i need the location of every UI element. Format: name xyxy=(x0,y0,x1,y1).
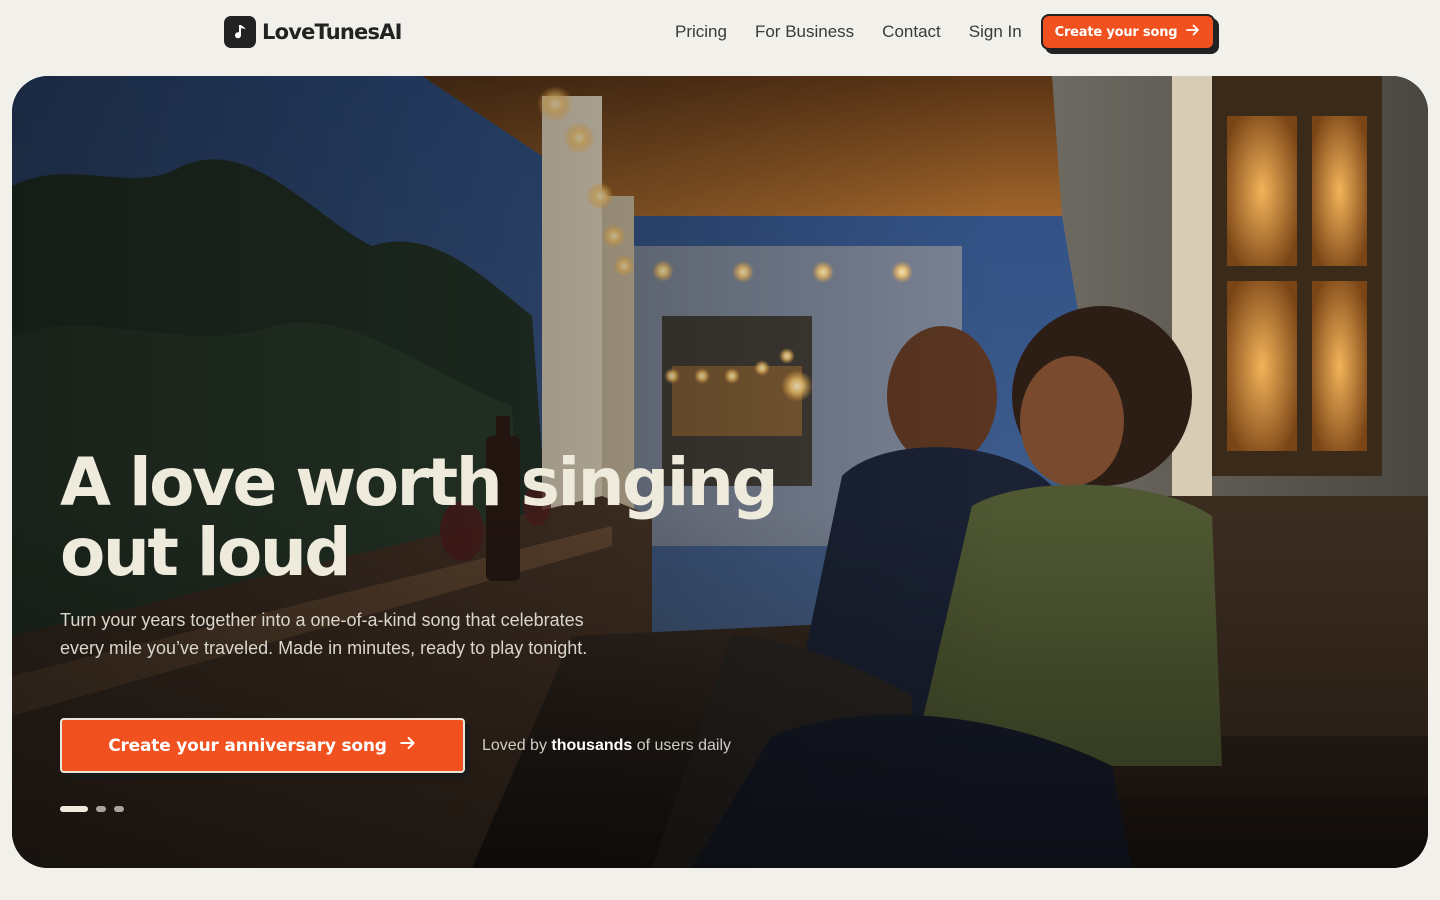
carousel-indicators xyxy=(60,805,124,813)
nav-link-for-business[interactable]: For Business xyxy=(741,18,868,46)
nav-link-sign-in[interactable]: Sign In xyxy=(955,18,1036,46)
music-note-icon xyxy=(224,16,256,48)
social-proof-suffix: of users daily xyxy=(636,737,731,754)
logo-link[interactable]: LoveTunesAI xyxy=(224,16,402,48)
hero-subtitle: Turn your years together into a one-of-a… xyxy=(60,610,588,658)
site-header: LoveTunesAI Pricing For Business Contact… xyxy=(0,0,1440,64)
hero-title: A love worth singing out loud xyxy=(60,448,820,588)
create-song-button-label: Create your song xyxy=(1054,24,1178,40)
main-nav: Pricing For Business Contact Sign In xyxy=(661,18,1036,46)
hero-title-line-1: A love worth singing xyxy=(60,444,779,521)
create-anniversary-song-button[interactable]: Create your anniversary song xyxy=(60,718,465,773)
create-anniversary-song-label: Create your anniversary song xyxy=(108,735,387,756)
carousel-dot-2[interactable] xyxy=(96,806,106,812)
arrow-right-icon xyxy=(399,734,417,757)
social-proof-text: Loved by thousands of users daily xyxy=(482,734,731,758)
carousel-dot-3[interactable] xyxy=(114,806,124,812)
hero-section: A love worth singing out loud Turn your … xyxy=(12,76,1428,868)
hero-title-line-2: out loud xyxy=(60,514,352,591)
nav-link-contact[interactable]: Contact xyxy=(868,18,955,46)
brand-name: LoveTunesAI xyxy=(262,20,402,44)
carousel-dot-1[interactable] xyxy=(60,806,88,812)
arrow-right-icon xyxy=(1185,22,1201,42)
nav-link-pricing[interactable]: Pricing xyxy=(661,18,741,46)
social-proof-highlight: thousands xyxy=(551,737,633,754)
social-proof-prefix: Loved by xyxy=(482,737,547,754)
header-cta-container: Create your song xyxy=(1041,14,1219,54)
hero-cta-container: Create your anniversary song xyxy=(60,718,470,778)
create-song-button[interactable]: Create your song xyxy=(1041,14,1215,50)
